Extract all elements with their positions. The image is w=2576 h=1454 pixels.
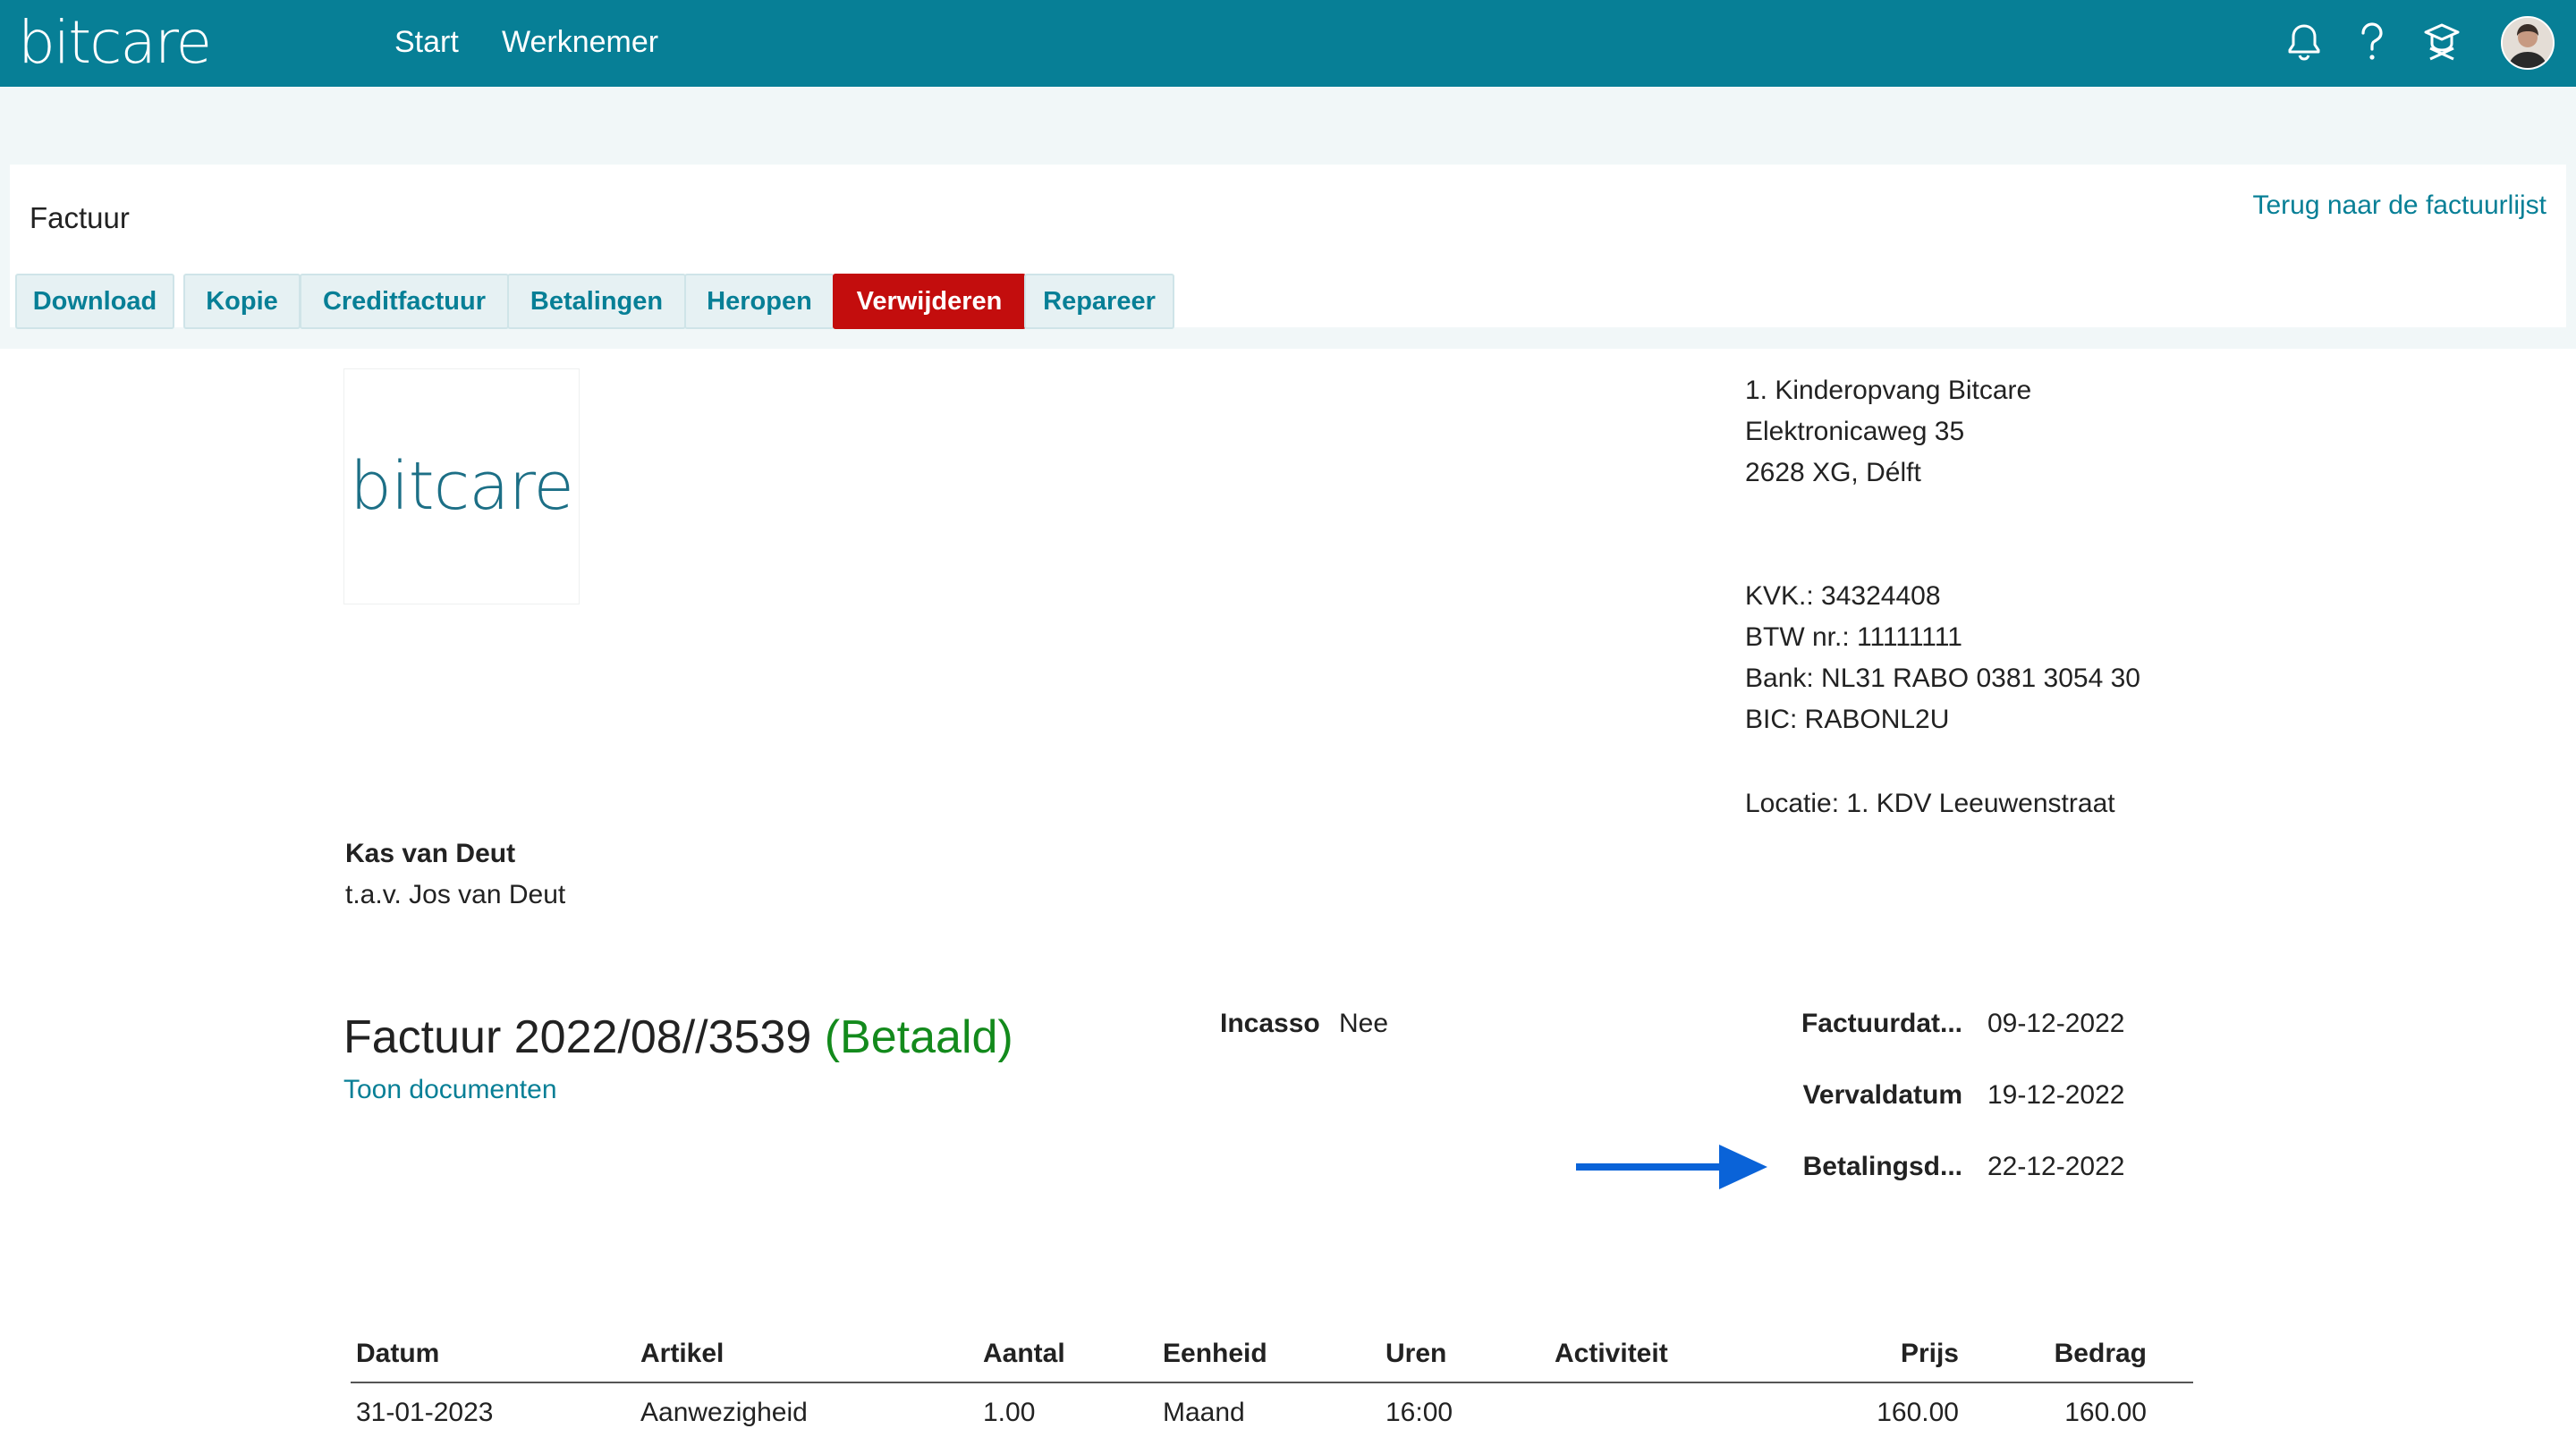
company-bic: BIC: RABONL2U bbox=[1745, 705, 1950, 734]
invoice-document: bitcare 1. Kinderopvang Bitcare Elektron… bbox=[0, 349, 2576, 1454]
brand-logo[interactable]: bitcare bbox=[18, 7, 212, 79]
company-logo: bitcare bbox=[343, 368, 580, 604]
tab-betalingen[interactable]: Betalingen bbox=[507, 274, 686, 329]
incasso-value: Nee bbox=[1339, 1009, 1389, 1038]
col-header-datum: Datum bbox=[356, 1339, 440, 1368]
recipient-attention: t.a.v. Jos van Deut bbox=[345, 880, 566, 909]
col-header-bedrag: Bedrag bbox=[2054, 1339, 2147, 1368]
help-icon[interactable] bbox=[2351, 21, 2394, 63]
company-location: Locatie: 1. KDV Leeuwenstraat bbox=[1745, 789, 2115, 818]
table-header-divider bbox=[351, 1382, 2193, 1383]
company-name: 1. Kinderopvang Bitcare bbox=[1745, 376, 2032, 405]
factuurdatum-label: Factuurdat... bbox=[1801, 1009, 1962, 1038]
company-city: 2628 XG, Délft bbox=[1745, 458, 1921, 487]
nav-start[interactable]: Start bbox=[394, 20, 459, 64]
col-header-uren: Uren bbox=[1385, 1339, 1447, 1368]
tab-verwijderen[interactable]: Verwijderen bbox=[833, 274, 1026, 329]
cell-uren: 16:00 bbox=[1385, 1398, 1453, 1427]
cell-bedrag: 160.00 bbox=[2064, 1398, 2147, 1427]
col-header-activiteit: Activiteit bbox=[1555, 1339, 1668, 1368]
vervaldatum-label: Vervaldatum bbox=[1802, 1080, 1962, 1110]
tab-download[interactable]: Download bbox=[15, 274, 174, 329]
cell-prijs: 160.00 bbox=[1877, 1398, 1959, 1427]
col-header-eenheid: Eenheid bbox=[1163, 1339, 1267, 1368]
page-title: Factuur bbox=[30, 201, 130, 234]
company-logo-text: bitcare bbox=[350, 448, 574, 525]
col-header-artikel: Artikel bbox=[640, 1339, 724, 1368]
company-bank: Bank: NL31 RABO 0381 3054 30 bbox=[1745, 664, 2140, 693]
tab-repareer[interactable]: Repareer bbox=[1024, 274, 1174, 329]
arrow-right-icon bbox=[1576, 1145, 1767, 1189]
factuurdatum-value: 09-12-2022 bbox=[1987, 1009, 2125, 1038]
recipient-name: Kas van Deut bbox=[345, 839, 516, 868]
user-avatar[interactable] bbox=[2501, 16, 2555, 70]
company-btw: BTW nr.: 11111111 bbox=[1745, 622, 1962, 652]
betalingsdatum-value: 22-12-2022 bbox=[1987, 1152, 2125, 1181]
company-kvk: KVK.: 34324408 bbox=[1745, 581, 1941, 611]
vervaldatum-value: 19-12-2022 bbox=[1987, 1080, 2125, 1110]
top-navigation-bar: bitcare Start Werknemer bbox=[0, 0, 2576, 87]
incasso-label: Incasso bbox=[1220, 1009, 1320, 1038]
cell-aantal: 1.00 bbox=[983, 1398, 1036, 1427]
cell-artikel: Aanwezigheid bbox=[640, 1398, 808, 1427]
cell-eenheid: Maand bbox=[1163, 1398, 1245, 1427]
col-header-aantal: Aantal bbox=[983, 1339, 1065, 1368]
invoice-number: Factuur 2022/08//3539 bbox=[343, 1011, 812, 1063]
cell-datum: 31-01-2023 bbox=[356, 1398, 494, 1427]
tab-heropen[interactable]: Heropen bbox=[684, 274, 835, 329]
invoice-title-line: Factuur 2022/08//3539 (Betaald) bbox=[343, 1006, 1013, 1069]
company-street: Elektronicaweg 35 bbox=[1745, 417, 1965, 446]
betalingsdatum-label: Betalingsd... bbox=[1802, 1152, 1962, 1181]
invoice-status: (Betaald) bbox=[824, 1011, 1013, 1063]
tab-creditfactuur[interactable]: Creditfactuur bbox=[300, 274, 509, 329]
tab-kopie[interactable]: Kopie bbox=[183, 274, 301, 329]
bell-icon[interactable] bbox=[2283, 21, 2326, 63]
col-header-prijs: Prijs bbox=[1900, 1339, 1959, 1368]
show-documents-link[interactable]: Toon documenten bbox=[343, 1069, 557, 1111]
nav-werknemer[interactable]: Werknemer bbox=[502, 20, 658, 64]
back-to-invoice-list-link[interactable]: Terug naar de factuurlijst bbox=[2252, 188, 2546, 224]
invoice-header-panel: Factuur Terug naar de factuurlijst Downl… bbox=[10, 165, 2566, 329]
graduation-cap-icon[interactable] bbox=[2420, 21, 2463, 63]
